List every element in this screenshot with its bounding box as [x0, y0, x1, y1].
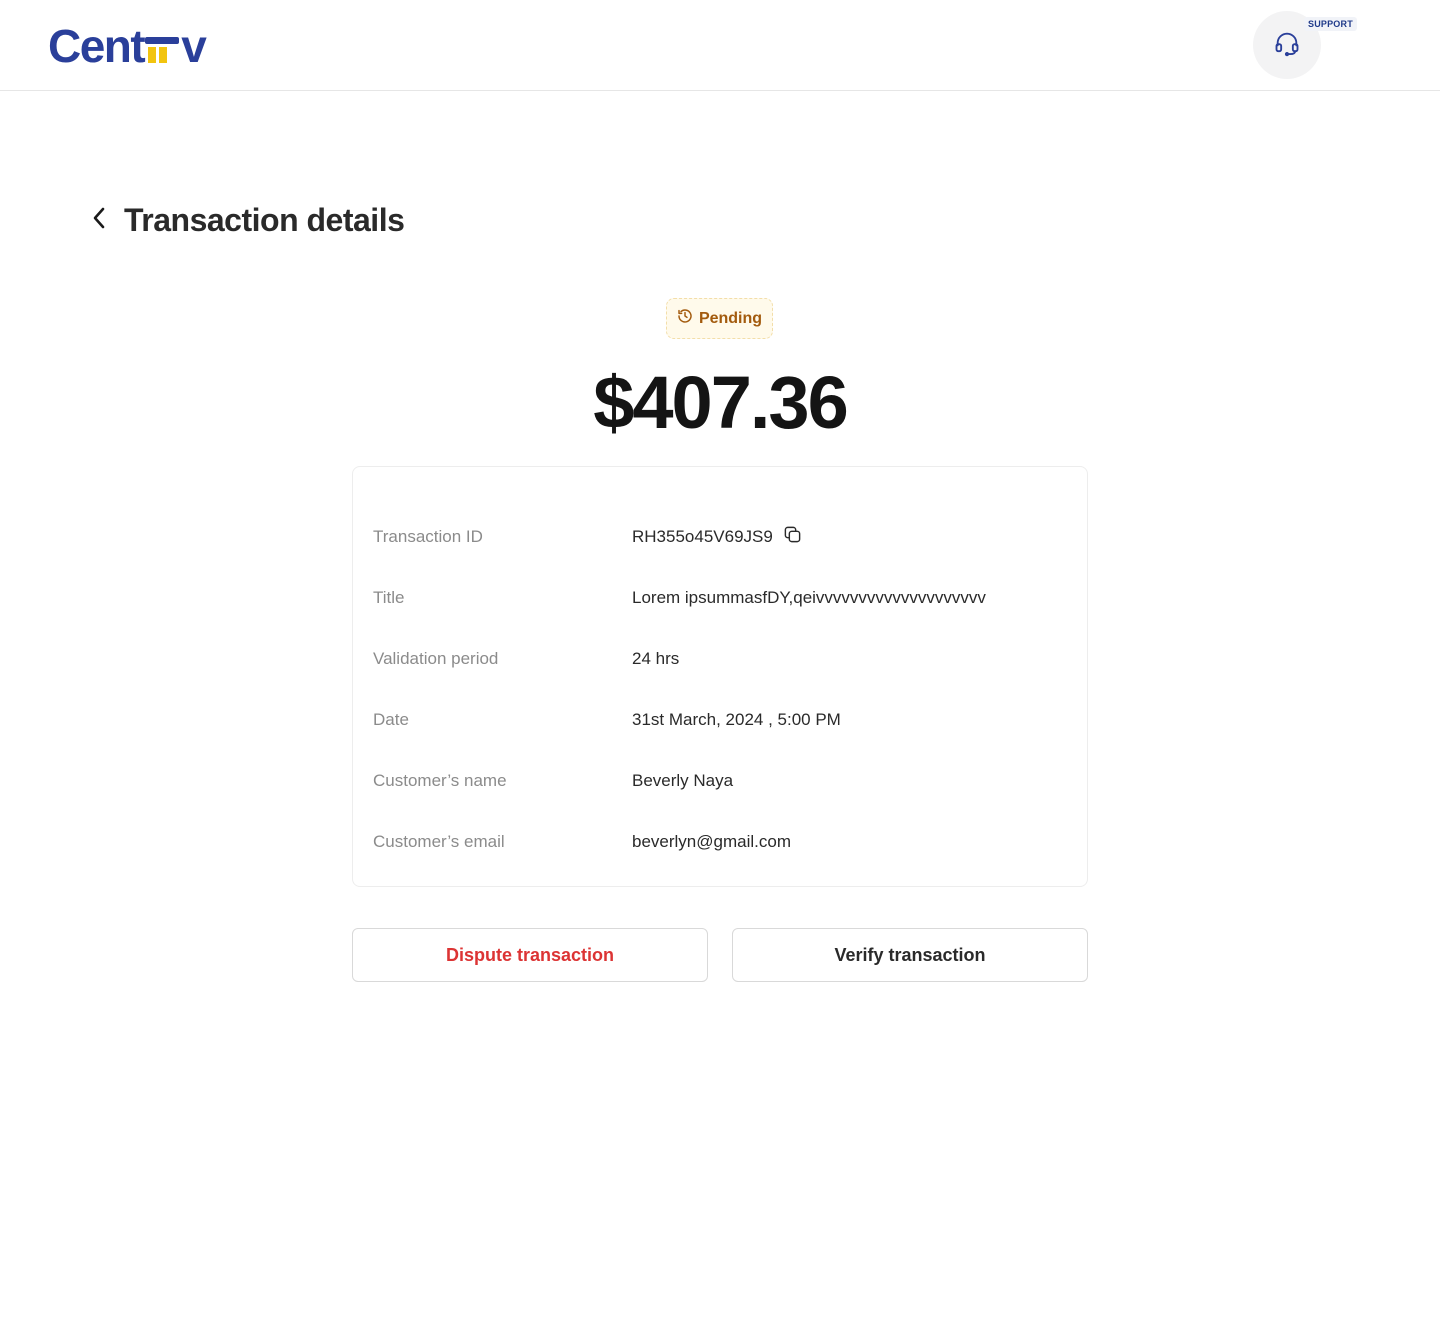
detail-row-date: Date 31st March, 2024 , 5:00 PM	[373, 705, 1073, 735]
back-button[interactable]	[88, 200, 110, 240]
status-badge: Pending	[666, 298, 773, 339]
clock-history-icon	[677, 308, 693, 329]
detail-value: 31st March, 2024 , 5:00 PM	[632, 710, 841, 729]
copy-icon	[783, 525, 802, 549]
detail-value: Lorem ipsummasfDY,qeivvvvvvvvvvvvvvvvvvv…	[632, 588, 986, 607]
detail-label: Title	[373, 588, 405, 607]
logo-mark	[145, 24, 181, 68]
chevron-left-icon	[90, 205, 108, 236]
detail-label: Validation period	[373, 649, 499, 668]
top-bar: Cent v SUPPORT	[0, 0, 1440, 91]
copy-button[interactable]	[783, 525, 803, 549]
detail-row-customer-email: Customer’s email beverlyn@gmail.com	[373, 827, 1073, 857]
transaction-id-value: RH355o45V69JS9	[632, 527, 773, 546]
detail-label: Date	[373, 710, 409, 729]
page-header: Transaction details	[88, 200, 405, 240]
detail-row-title: Title Lorem ipsummasfDY,qeivvvvvvvvvvvvv…	[373, 583, 1073, 613]
status-text: Pending	[698, 309, 763, 327]
transaction-amount: $407.36	[593, 361, 849, 444]
logo-wordmark-suffix: v	[181, 20, 207, 72]
dispute-transaction-button[interactable]: Dispute transaction	[352, 928, 708, 982]
detail-value: Beverly Naya	[632, 771, 734, 790]
detail-value: beverlyn@gmail.com	[632, 832, 791, 851]
detail-row-customer-name: Customer’s name Beverly Naya	[373, 766, 1073, 796]
headset-icon	[1273, 29, 1301, 62]
support-label: SUPPORT	[1304, 17, 1357, 31]
verify-transaction-button[interactable]: Verify transaction	[732, 928, 1088, 982]
detail-row-validation-period: Validation period 24 hrs	[373, 644, 1073, 674]
detail-value: 24 hrs	[632, 649, 680, 668]
transaction-details-card: Transaction ID RH355o45V69JS9 Title Lore…	[352, 466, 1088, 887]
detail-label: Transaction ID	[373, 527, 483, 546]
detail-row-transaction-id: Transaction ID RH355o45V69JS9	[373, 522, 1073, 552]
logo[interactable]: Cent v	[48, 20, 207, 72]
page-title: Transaction details	[124, 201, 405, 238]
detail-label: Customer’s email	[373, 832, 505, 851]
logo-wordmark: Cent	[48, 20, 146, 72]
detail-label: Customer’s name	[373, 771, 507, 790]
detail-value: RH355o45V69JS9	[632, 525, 803, 549]
